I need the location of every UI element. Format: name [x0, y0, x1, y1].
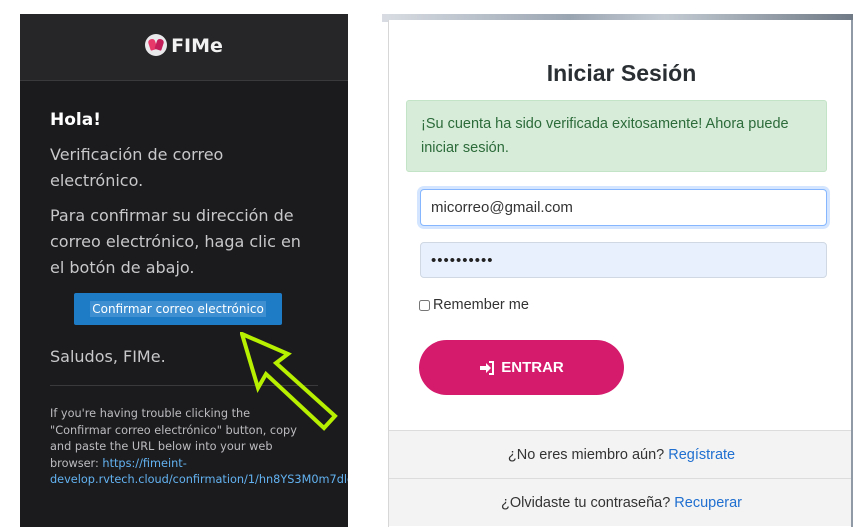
forgot-password-row: ¿Olvidaste tu contraseña? Recuperar	[389, 478, 853, 526]
signup-row: ¿No eres miembro aún? Regístrate	[389, 430, 853, 478]
sign-in-icon	[480, 360, 495, 375]
success-alert: ¡Su cuenta ha sido verificada exitosamen…	[406, 100, 827, 172]
forgot-prompt: ¿Olvidaste tu contraseña?	[501, 494, 671, 511]
recover-link[interactable]: Recuperar	[674, 495, 742, 511]
confirm-email-button[interactable]: Confirmar correo electrónico	[74, 293, 282, 325]
remember-me-label: Remember me	[433, 297, 529, 313]
email-header: FIMe	[20, 14, 348, 81]
email-subtitle: Verificación de correo electrónico.	[50, 145, 224, 190]
pointer-arrow-icon	[240, 332, 338, 431]
password-field[interactable]	[420, 242, 827, 278]
login-title: Iniciar Sesión	[546, 60, 697, 86]
verification-email: FIMe Hola! Verificación de correo electr…	[20, 14, 348, 527]
login-submit-button[interactable]: ENTRAR	[419, 340, 624, 395]
email-instruction: Para confirmar su dirección de correo el…	[50, 206, 301, 277]
remember-me[interactable]: Remember me	[419, 297, 529, 313]
login-panel: Iniciar Sesión ¡Su cuenta ha sido verifi…	[388, 20, 853, 527]
remember-me-checkbox[interactable]	[419, 299, 430, 311]
brand-name: FIMe	[171, 35, 223, 57]
signup-prompt: ¿No eres miembro aún?	[507, 446, 665, 463]
brand: FIMe	[20, 34, 348, 57]
confirm-email-button-label: Confirmar correo electrónico	[90, 301, 266, 317]
email-greeting: Hola!	[50, 110, 101, 130]
fime-logo-icon	[145, 34, 168, 56]
email-signoff: Saludos, FIMe.	[50, 347, 166, 366]
login-submit-label: ENTRAR	[501, 359, 564, 376]
signup-link[interactable]: Regístrate	[668, 447, 735, 463]
email-field[interactable]	[420, 189, 827, 226]
